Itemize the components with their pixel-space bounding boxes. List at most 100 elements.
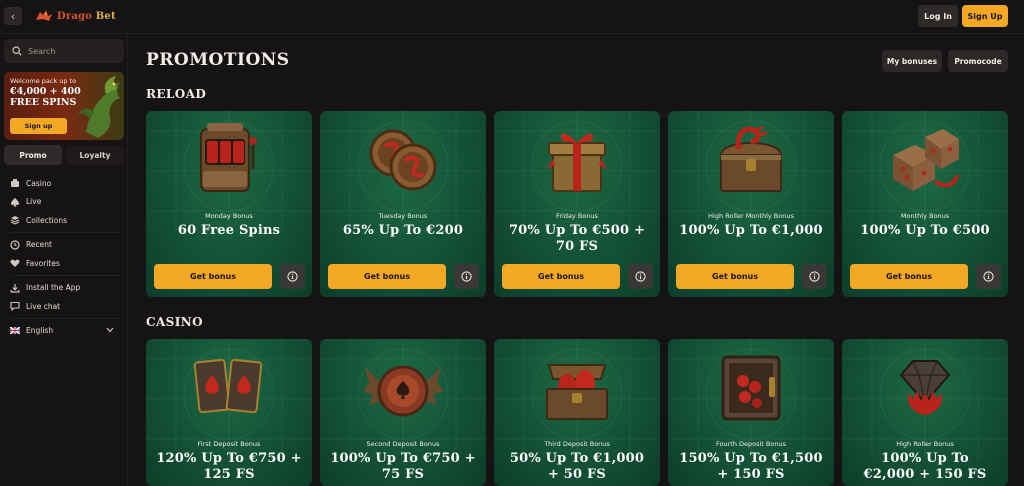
card-offer-line1: 100% Up To €750 + <box>330 451 476 466</box>
welcome-banner[interactable]: Welcome pack up to €4,000 + 400 FREE SPI… <box>4 72 124 140</box>
card-offer: 120% Up To €750 + 125 FS <box>146 451 312 483</box>
sidebar-tabs: Promo Loyalty <box>4 145 124 165</box>
card-offer-line1: 50% Up To €1,000 <box>509 451 645 466</box>
signup-button[interactable]: Sign Up <box>962 5 1008 27</box>
promo-card[interactable]: Monday Bonus 60 Free Spins Get bonus <box>146 111 312 297</box>
sidebar-item-install-app[interactable]: Install the App <box>10 279 120 298</box>
sidebar-item-label: Install the App <box>26 283 81 293</box>
divider <box>10 317 120 319</box>
card-offer-line1: 70% Up To €500 + <box>508 223 646 238</box>
card-offer: 100% Up To €2,000 + 150 FS <box>842 451 1008 483</box>
logo-text-bet: Bet <box>95 10 116 22</box>
clock-icon <box>10 240 20 250</box>
card-offer-line1: 100% Up To €500 <box>860 223 990 238</box>
slot-machine-icon <box>200 123 257 192</box>
card-offer: 100% Up To €500 <box>842 223 1008 239</box>
card-subtitle: High Roller Bonus <box>896 440 954 448</box>
tab-promo[interactable]: Promo <box>4 145 62 165</box>
info-icon <box>461 271 472 282</box>
sidebar: Welcome pack up to €4,000 + 400 FREE SPI… <box>0 34 128 486</box>
sidebar-item-live-chat[interactable]: Live chat <box>10 297 120 316</box>
sidebar-item-label: Casino <box>26 178 52 188</box>
layers-icon <box>10 215 20 225</box>
info-icon <box>809 271 820 282</box>
card-subtitle: Fourth Deposit Bonus <box>716 440 786 448</box>
card-offer: 50% Up To €1,000 + 50 FS <box>494 451 660 483</box>
info-button[interactable] <box>454 264 479 289</box>
sidebar-item-live[interactable]: Live <box>10 193 120 212</box>
info-icon <box>635 271 646 282</box>
dragon-coins-icon <box>369 129 437 191</box>
promo-card[interactable]: Tuesday Bonus 65% Up To €200 Get bonus <box>320 111 486 297</box>
card-subtitle: Friday Bonus <box>556 212 598 220</box>
card-offer: 100% Up To €1,000 <box>668 223 834 239</box>
login-button[interactable]: Log In <box>918 5 958 27</box>
tab-loyalty[interactable]: Loyalty <box>66 145 124 165</box>
card-offer-line1: 150% Up To €1,500 <box>679 451 823 466</box>
get-bonus-button[interactable]: Get bonus <box>850 264 968 289</box>
get-bonus-button[interactable]: Get bonus <box>154 264 272 289</box>
sidebar-nav: Casino Live Collections Recent Favorites… <box>10 174 120 340</box>
logo[interactable]: Drago Bet <box>34 8 116 24</box>
card-subtitle: High Roller Monthly Bonus <box>708 212 794 220</box>
search-box[interactable] <box>4 39 124 63</box>
promo-card[interactable]: High Roller Bonus 100% Up To €2,000 + 15… <box>842 339 1008 486</box>
sidebar-item-collections[interactable]: Collections <box>10 211 120 230</box>
promocode-button[interactable]: Promocode <box>948 50 1008 72</box>
language-selector[interactable]: English <box>10 322 120 341</box>
sidebar-item-label: Collections <box>26 215 68 225</box>
info-button[interactable] <box>802 264 827 289</box>
casino-icon <box>10 178 20 188</box>
chevron-left-icon: ‹ <box>10 9 16 23</box>
egg-chest-icon <box>546 364 608 420</box>
card-offer-line2: 75 FS <box>381 467 425 482</box>
chat-icon <box>10 301 20 312</box>
promo-card[interactable]: Fourth Deposit Bonus 150% Up To €1,500 +… <box>668 339 834 486</box>
get-bonus-button[interactable]: Get bonus <box>676 264 794 289</box>
promo-card[interactable]: Third Deposit Bonus 50% Up To €1,000 + 5… <box>494 339 660 486</box>
info-icon <box>287 271 298 282</box>
safe-icon <box>721 355 781 421</box>
card-offer-line1: 100% Up To <box>881 451 969 466</box>
card-offer-line2: + 150 FS <box>717 467 785 482</box>
collapse-sidebar-button[interactable]: ‹ <box>4 7 22 25</box>
sidebar-item-recent[interactable]: Recent <box>10 236 120 255</box>
banner-welcome-text: Welcome pack up to <box>10 77 77 85</box>
promo-card[interactable]: First Deposit Bonus 120% Up To €750 + 12… <box>146 339 312 486</box>
info-icon <box>983 271 994 282</box>
get-bonus-button[interactable]: Get bonus <box>502 264 620 289</box>
heart-icon <box>10 258 20 268</box>
sidebar-item-label: Live chat <box>26 301 61 311</box>
chevron-down-icon <box>106 326 114 335</box>
card-offer-line2: 125 FS <box>203 467 255 482</box>
gift-box-icon <box>547 133 607 192</box>
my-bonuses-button[interactable]: My bonuses <box>882 50 942 72</box>
promo-card[interactable]: Friday Bonus 70% Up To €500 + 70 FS Get … <box>494 111 660 297</box>
uk-flag-icon <box>10 326 20 336</box>
info-button[interactable] <box>976 264 1001 289</box>
banner-signup-button[interactable]: Sign up <box>10 118 67 134</box>
card-subtitle: Tuesday Bonus <box>378 212 428 220</box>
promo-card[interactable]: Second Deposit Bonus 100% Up To €750 + 7… <box>320 339 486 486</box>
promo-card[interactable]: Monthly Bonus 100% Up To €500 Get bonus <box>842 111 1008 297</box>
card-offer: 70% Up To €500 + 70 FS <box>494 223 660 255</box>
card-offer-line2: €2,000 + 150 FS <box>863 467 987 482</box>
info-button[interactable] <box>280 264 305 289</box>
card-offer-line1: 65% Up To €200 <box>342 223 464 238</box>
download-icon <box>10 283 20 293</box>
card-subtitle: Monday Bonus <box>205 212 253 220</box>
sidebar-item-favorites[interactable]: Favorites <box>10 254 120 273</box>
promo-card[interactable]: High Roller Monthly Bonus 100% Up To €1,… <box>668 111 834 297</box>
section-title-casino: CASINO <box>146 315 203 329</box>
sidebar-item-label: Live <box>26 197 42 207</box>
dragon-logo-icon <box>36 10 52 21</box>
get-bonus-button[interactable]: Get bonus <box>328 264 446 289</box>
info-button[interactable] <box>628 264 653 289</box>
dice-icon <box>893 129 959 191</box>
card-subtitle: First Deposit Bonus <box>197 440 261 448</box>
sidebar-item-casino[interactable]: Casino <box>10 174 120 193</box>
treasure-chest-icon <box>719 125 783 192</box>
search-input[interactable] <box>28 46 118 56</box>
card-offer-line1: 60 Free Spins <box>177 223 281 238</box>
diamond-claw-icon <box>899 360 951 415</box>
